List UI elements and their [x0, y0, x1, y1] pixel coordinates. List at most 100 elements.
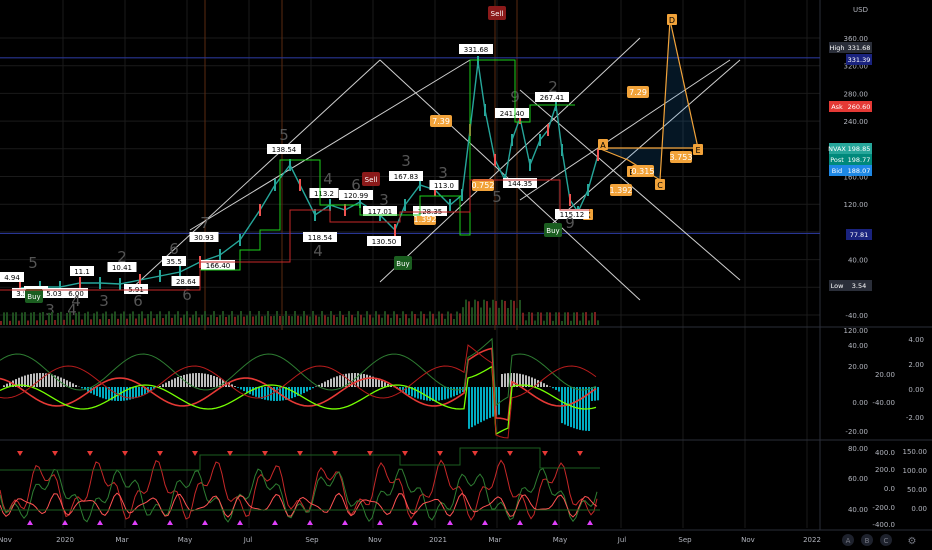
volume-bar — [402, 311, 404, 325]
histogram-bar — [72, 383, 74, 387]
fib-label: 7.29 — [629, 88, 647, 97]
histogram-bar — [474, 387, 476, 426]
sell-signal-label: Sell — [491, 10, 504, 18]
histogram-bar — [570, 387, 572, 428]
histogram-bar — [3, 385, 5, 387]
time-tick: Nov — [0, 536, 12, 544]
volume-bar — [342, 315, 344, 325]
histogram-bar — [264, 387, 266, 400]
volume-bar — [459, 313, 461, 325]
price-tag-name: Post — [830, 156, 844, 164]
price-tick: 240.00 — [844, 118, 869, 126]
volume-bar — [249, 311, 251, 325]
histogram-bar — [366, 374, 368, 387]
volume-bar — [594, 312, 596, 325]
volume-bar — [138, 313, 140, 325]
volume-bar — [507, 308, 509, 325]
histogram-bar — [51, 374, 53, 387]
fib-label: 0.315 — [632, 167, 655, 176]
td-count: 3 — [99, 292, 109, 310]
volume-bar — [201, 314, 203, 325]
volume-bar — [468, 301, 470, 325]
candle — [529, 159, 531, 171]
volume-bar — [558, 312, 560, 325]
volume-bar — [291, 316, 293, 325]
volume-bar — [585, 312, 587, 325]
price-value-label: 4.94 — [4, 274, 20, 282]
histogram-bar — [453, 387, 455, 397]
price-value-label: 130.50 — [372, 238, 397, 246]
volume-bar — [471, 307, 473, 325]
volume-bar — [504, 300, 506, 325]
histogram-bar — [96, 387, 98, 397]
wave-label: C — [657, 181, 663, 190]
control-button[interactable]: A — [846, 537, 851, 545]
volume-bar — [261, 316, 263, 325]
histogram-bar — [240, 387, 242, 390]
volume-bar — [534, 320, 536, 325]
volume-bar — [177, 311, 179, 325]
histogram-bar — [207, 374, 209, 387]
histogram-bar — [216, 377, 218, 387]
volume-bar — [219, 315, 221, 325]
fib-label: 1.392 — [610, 186, 633, 195]
volume-bar — [438, 311, 440, 325]
volume-bar — [279, 316, 281, 325]
volume-bar — [162, 318, 164, 325]
volume-bar — [168, 311, 170, 325]
osc1-left-tick: -20.00 — [845, 428, 868, 436]
volume-bar — [123, 311, 125, 325]
candle — [259, 204, 261, 216]
td-count: 5 — [279, 126, 289, 144]
candle — [587, 184, 589, 196]
price-tag-value: 331.39 — [848, 56, 871, 64]
volume-bar — [294, 311, 296, 325]
price-tag-value: 77.81 — [850, 231, 869, 239]
volume-bar — [396, 314, 398, 325]
volume-bar — [309, 316, 311, 325]
volume-bar — [489, 307, 491, 325]
osc1-mid-tick: -40.00 — [872, 399, 895, 407]
volume-bar — [564, 312, 566, 325]
volume-bar — [150, 311, 152, 325]
candle — [569, 194, 571, 206]
price-value-label: 30.93 — [194, 234, 214, 242]
volume-bar — [15, 312, 17, 325]
candle — [597, 149, 599, 161]
price-tick: 40.00 — [848, 257, 868, 265]
price-tag-value: 331.68 — [848, 44, 871, 52]
histogram-bar — [558, 387, 560, 392]
histogram-bar — [81, 387, 83, 389]
fib-label: 7.39 — [432, 117, 450, 126]
osc2-left-tick: 40.00 — [848, 506, 868, 514]
gear-icon[interactable]: ⚙ — [908, 536, 917, 547]
volume-bar — [321, 311, 323, 325]
fib-label: 3.753 — [670, 153, 693, 162]
td-count: 2 — [548, 78, 558, 96]
volume-bar — [306, 315, 308, 325]
control-button[interactable]: C — [884, 537, 889, 545]
volume-bar — [99, 319, 101, 325]
volume-bar — [0, 321, 2, 325]
volume-bar — [225, 316, 227, 325]
price-value-label: 28.64 — [176, 278, 197, 286]
volume-bar — [369, 314, 371, 325]
volume-bar — [576, 312, 578, 325]
volume-bar — [189, 317, 191, 325]
volume-bar — [36, 320, 38, 325]
osc1-left-tick: 40.00 — [848, 342, 868, 350]
volume-bar — [312, 311, 314, 325]
candle — [79, 277, 81, 289]
candle — [274, 179, 276, 191]
control-button[interactable]: B — [865, 537, 870, 545]
histogram-bar — [105, 387, 107, 400]
volume-bar — [78, 311, 80, 325]
histogram-bar — [195, 373, 197, 387]
volume-bar — [117, 318, 119, 325]
histogram-bar — [210, 375, 212, 387]
time-tick: Mar — [115, 536, 128, 544]
candle — [404, 199, 406, 211]
histogram-bar — [309, 387, 311, 390]
volume-bar — [198, 317, 200, 325]
volume-bar — [18, 320, 20, 325]
